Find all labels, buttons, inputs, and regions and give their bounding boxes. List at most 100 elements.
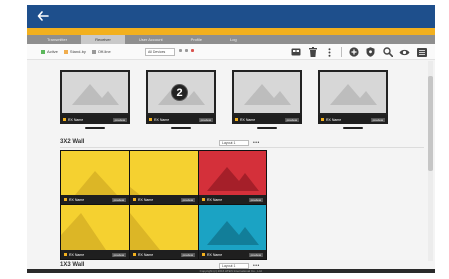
legend-label: Active xyxy=(47,49,58,54)
vertical-scrollbar[interactable] xyxy=(428,61,433,261)
image-placeholder-icon xyxy=(72,84,119,105)
receiver-name: RX Name xyxy=(68,117,84,122)
filter-control[interactable] xyxy=(185,49,188,52)
receiver-info-bar: RX Name preview xyxy=(146,115,216,124)
section-divider xyxy=(60,147,424,148)
accent-stripe xyxy=(27,28,435,35)
image-placeholder-icon xyxy=(207,221,259,245)
wall-title: 1X3 Wall xyxy=(60,262,85,268)
toolbar: Active Stand-by Off-line All Devices xyxy=(27,44,435,60)
callout-number-badge: 2 xyxy=(171,84,188,101)
preview-button[interactable]: preview xyxy=(180,252,195,257)
image-placeholder-icon xyxy=(330,84,377,105)
receiver-name: RX Name xyxy=(138,252,154,257)
receiver-card[interactable]: RX Name preview xyxy=(318,70,388,140)
tab-receiver[interactable]: Receiver xyxy=(81,35,125,44)
preview-button[interactable]: preview xyxy=(370,117,385,122)
image-placeholder-icon xyxy=(244,84,291,105)
legend-label: Off-line xyxy=(97,49,111,54)
tool-group xyxy=(290,46,427,58)
receiver-name: RX Name xyxy=(69,252,85,257)
wall-more-button[interactable]: ••• xyxy=(253,140,260,146)
standby-swatch xyxy=(63,49,68,54)
preview-button[interactable]: preview xyxy=(198,117,213,122)
tab-user-account[interactable]: User Account xyxy=(125,35,177,44)
arrow-left-icon xyxy=(37,11,49,21)
more-options-button[interactable] xyxy=(324,47,335,58)
receiver-name: RX Name xyxy=(138,197,154,202)
image-placeholder-icon xyxy=(207,167,259,191)
status-legend: Active Stand-by Off-line xyxy=(41,49,115,54)
wall-tile[interactable]: RX Name preview xyxy=(199,151,266,204)
toolbar-divider xyxy=(341,47,342,57)
wall-tile[interactable]: RX Name preview xyxy=(61,151,129,204)
receiver-card[interactable]: RX Name preview xyxy=(146,70,216,140)
video-wall-button[interactable] xyxy=(290,47,301,58)
receiver-name: RX Name xyxy=(69,197,85,202)
delete-button[interactable] xyxy=(307,47,318,58)
list-icon xyxy=(416,47,427,57)
filter-control[interactable] xyxy=(179,49,182,52)
preview-toggle-button[interactable] xyxy=(399,47,410,58)
status-indicator xyxy=(321,118,324,121)
status-indicator xyxy=(202,253,205,256)
receiver-preview xyxy=(232,70,302,115)
scrollbar-thumb[interactable] xyxy=(428,76,433,171)
back-button[interactable] xyxy=(33,7,53,25)
receiver-info-bar: RX Name preview xyxy=(232,115,302,124)
wall-tile[interactable]: RX Name preview xyxy=(130,205,198,259)
video-wall-icon xyxy=(291,48,300,56)
image-placeholder-icon xyxy=(61,213,106,250)
receiver-name: RX Name xyxy=(326,117,342,122)
preview-button[interactable]: preview xyxy=(111,197,126,202)
wall-tile[interactable]: RX Name preview xyxy=(61,205,129,259)
status-indicator xyxy=(133,253,136,256)
footer-copyright: Copyright (c) 2016 ATEN International Co… xyxy=(27,269,435,273)
legend-offline: Off-line xyxy=(91,49,111,54)
tile-info-bar: RX Name preview xyxy=(61,195,129,204)
tab-log[interactable]: Log xyxy=(216,35,251,44)
status-indicator xyxy=(133,198,136,201)
search-icon xyxy=(382,47,393,57)
offline-swatch xyxy=(91,49,96,54)
receiver-info-bar: RX Name preview xyxy=(318,115,388,124)
tab-transmitter[interactable]: Transmitter xyxy=(33,35,81,44)
layout-select[interactable]: Layout 1 xyxy=(219,140,249,146)
status-indicator xyxy=(149,118,152,121)
search-button[interactable] xyxy=(382,47,393,58)
preview-button[interactable]: preview xyxy=(111,252,126,257)
more-vertical-icon xyxy=(328,47,331,57)
list-view-button[interactable] xyxy=(416,47,427,58)
device-filter-select[interactable]: All Devices xyxy=(145,48,175,56)
wall-tile[interactable]: RX Name preview xyxy=(199,205,266,259)
tile-info-bar: RX Name preview xyxy=(199,250,266,259)
wall-tile[interactable]: RX Name preview xyxy=(130,151,198,204)
status-indicator xyxy=(64,253,67,256)
eye-icon xyxy=(399,49,410,55)
monitor-stand xyxy=(85,127,105,129)
video-wall-grid: RX Name preview RX Name preview RX Name … xyxy=(60,150,267,260)
image-placeholder-icon xyxy=(130,187,140,195)
preview-button[interactable]: preview xyxy=(112,117,127,122)
tile-info-bar: RX Name preview xyxy=(199,195,266,204)
receiver-card[interactable]: RX Name preview xyxy=(60,70,130,140)
preview-button[interactable]: preview xyxy=(248,252,263,257)
clear-filter-control[interactable] xyxy=(191,49,194,52)
legend-active: Active xyxy=(41,49,58,54)
trash-icon xyxy=(308,47,317,57)
preview-button[interactable]: preview xyxy=(248,197,263,202)
tab-profile[interactable]: Profile xyxy=(177,35,216,44)
receiver-preview xyxy=(318,70,388,115)
preview-button[interactable]: preview xyxy=(284,117,299,122)
image-placeholder-icon xyxy=(130,213,160,250)
filter-controls xyxy=(179,49,194,52)
receiver-name: RX Name xyxy=(240,117,256,122)
security-button[interactable] xyxy=(365,47,376,58)
monitor-stand xyxy=(171,127,191,129)
status-indicator xyxy=(64,198,67,201)
preview-button[interactable]: preview xyxy=(180,197,195,202)
add-button[interactable] xyxy=(348,47,359,58)
legend-standby: Stand-by xyxy=(63,49,86,54)
receiver-card[interactable]: RX Name preview xyxy=(232,70,302,140)
status-indicator xyxy=(202,198,205,201)
